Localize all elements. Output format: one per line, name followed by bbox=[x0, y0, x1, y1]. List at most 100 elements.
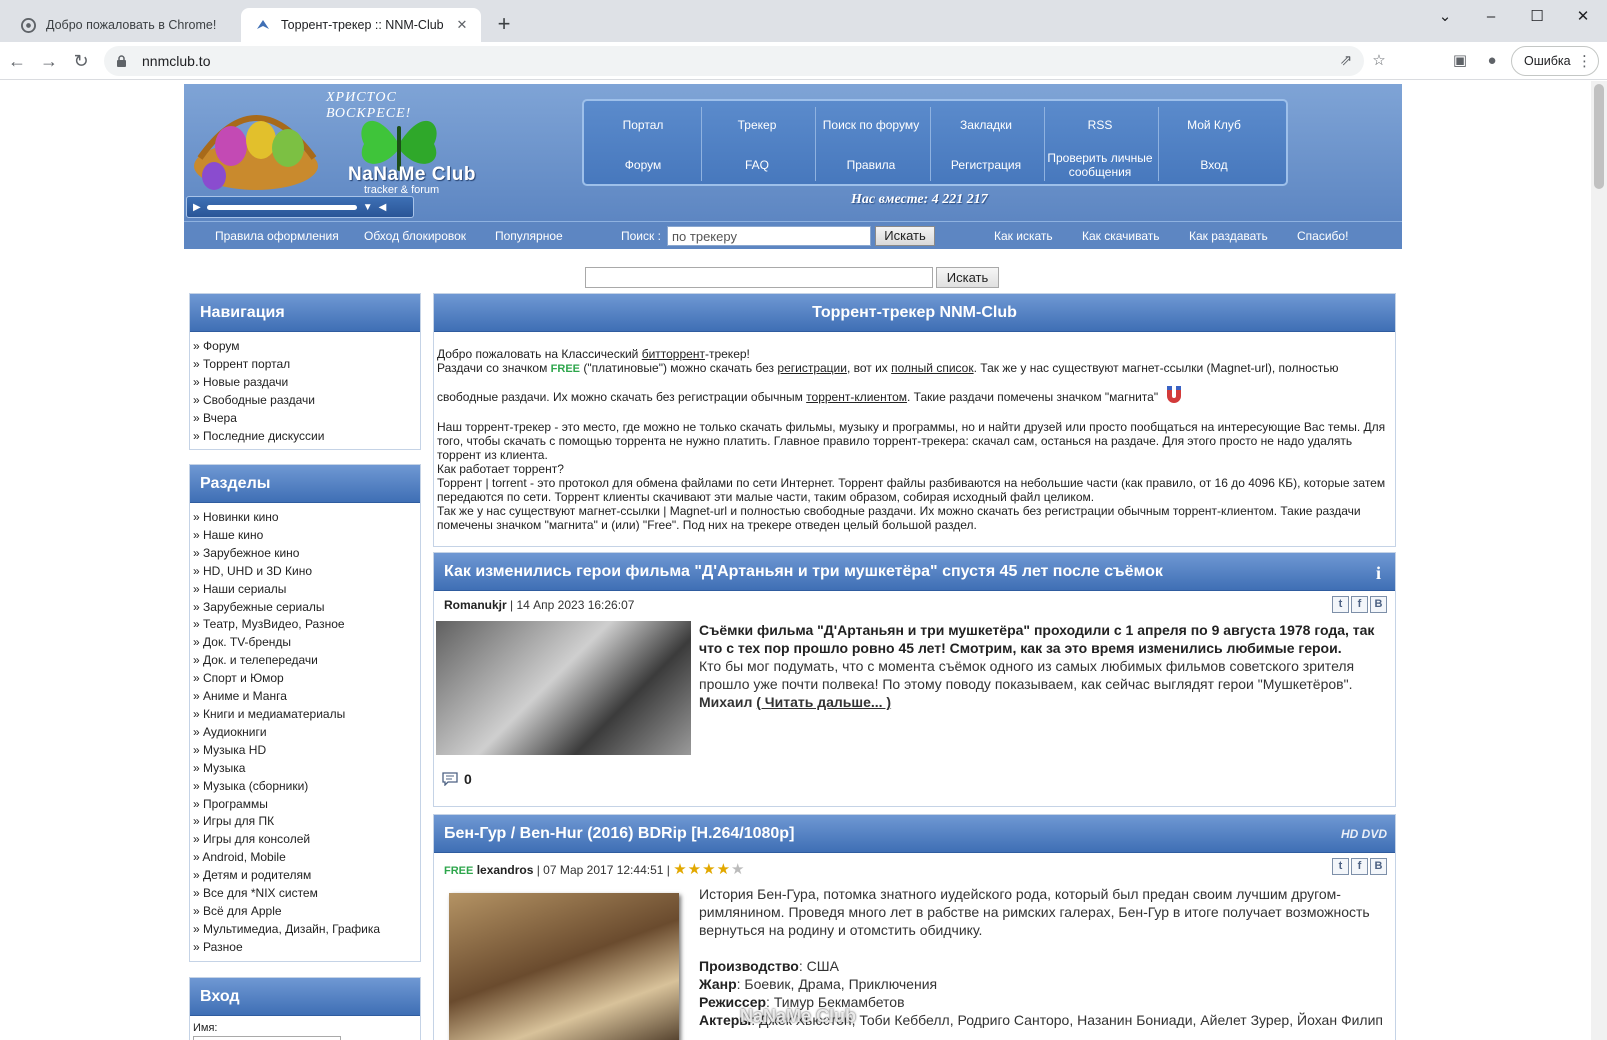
menu-rules[interactable]: Правила bbox=[814, 144, 928, 186]
twitter-icon[interactable]: t bbox=[1332, 596, 1349, 613]
link-thanks[interactable]: Спасибо! bbox=[1297, 229, 1348, 243]
menu-forum[interactable]: Форум bbox=[586, 144, 700, 186]
news-image[interactable] bbox=[436, 621, 691, 755]
minimize-button[interactable]: – bbox=[1469, 4, 1513, 30]
sidebar-section-item[interactable]: Программы bbox=[193, 796, 417, 814]
sidebar-section-item[interactable]: Книги и медиаматериалы bbox=[193, 706, 417, 724]
star-icon: ★ bbox=[702, 861, 717, 878]
sidebar-nav-item[interactable]: Свободные раздачи bbox=[193, 392, 417, 410]
torrent-title[interactable]: Бен-Гур / Ben-Hur (2016) BDRip [H.264/10… bbox=[434, 815, 1395, 853]
menu-register[interactable]: Регистрация bbox=[929, 144, 1043, 186]
sidebar-section-item[interactable]: Спорт и Юмор bbox=[193, 670, 417, 688]
close-tab-icon[interactable]: ✕ bbox=[453, 16, 471, 34]
menu-private-messages[interactable]: Проверить личные сообщения bbox=[1043, 144, 1157, 186]
twitter-icon[interactable]: t bbox=[1332, 858, 1349, 875]
profile-error-button[interactable]: Ошибка ⋮ bbox=[1511, 46, 1599, 76]
sidebar-section-item[interactable]: Аудиокниги bbox=[193, 724, 417, 742]
reload-button[interactable]: ↻ bbox=[69, 49, 93, 73]
sidebar-nav-item[interactable]: Вчера bbox=[193, 410, 417, 428]
link-full-list[interactable]: полный список bbox=[891, 361, 973, 375]
new-tab-button[interactable]: + bbox=[492, 13, 516, 37]
facebook-icon[interactable]: f bbox=[1351, 858, 1368, 875]
sidebar-section-item[interactable]: Игры для консолей bbox=[193, 831, 417, 849]
sidebar-nav-item[interactable]: Форум bbox=[193, 338, 417, 356]
sidebar-section-item[interactable]: HD, UHD и 3D Кино bbox=[193, 563, 417, 581]
site-logo[interactable]: ХРИСТОС ВОСКРЕСЕ! NaNaMe Club tracker & … bbox=[184, 84, 484, 202]
login-name-input[interactable] bbox=[193, 1036, 341, 1040]
more-menu-icon[interactable]: ⋮ bbox=[1577, 52, 1592, 70]
read-more-link[interactable]: ( Читать дальше... ) bbox=[756, 694, 891, 710]
vk-icon[interactable]: B bbox=[1370, 858, 1387, 875]
volume-icon[interactable]: ◀ bbox=[379, 202, 387, 213]
link-bypass-blocks[interactable]: Обход блокировок bbox=[364, 229, 466, 243]
tracker-search-button[interactable]: Искать bbox=[875, 226, 935, 246]
link-torrent-client[interactable]: торрент-клиентом bbox=[806, 390, 907, 404]
menu-my-club[interactable]: Мой Клуб bbox=[1157, 104, 1271, 146]
site-search-button[interactable]: Искать bbox=[936, 267, 999, 288]
link-popular[interactable]: Популярное bbox=[495, 229, 563, 243]
link-how-to-search[interactable]: Как искать bbox=[994, 229, 1053, 243]
side-panel-icon[interactable]: ▣ bbox=[1450, 51, 1470, 71]
sidebar-nav-item[interactable]: Торрент портал bbox=[193, 356, 417, 374]
sidebar-section-item[interactable]: Наше кино bbox=[193, 527, 417, 545]
tab-search-icon[interactable]: ⌄ bbox=[1423, 4, 1467, 30]
sidebar-section-item[interactable]: Наши сериалы bbox=[193, 581, 417, 599]
sidebar-section-item[interactable]: Все для *NIX систем bbox=[193, 885, 417, 903]
sidebar-section-item[interactable]: Всё для Apple bbox=[193, 903, 417, 921]
forward-button[interactable]: → bbox=[37, 49, 61, 73]
info-icon[interactable]: i bbox=[1376, 563, 1381, 584]
sidebar-nav-item[interactable]: Новые раздачи bbox=[193, 374, 417, 392]
menu-bookmarks[interactable]: Закладки bbox=[929, 104, 1043, 146]
sidebar-section-item[interactable]: Мультимедиа, Дизайн, Графика bbox=[193, 921, 417, 939]
maximize-button[interactable]: ☐ bbox=[1515, 4, 1559, 30]
scrollbar-thumb[interactable] bbox=[1594, 84, 1604, 189]
back-button[interactable]: ← bbox=[5, 49, 29, 73]
sidebar-section-item[interactable]: Музыка (сборники) bbox=[193, 778, 417, 796]
news-comments[interactable]: 0 bbox=[442, 771, 472, 787]
menu-tracker[interactable]: Трекер bbox=[700, 104, 814, 146]
sidebar-section-item[interactable]: Музыка HD bbox=[193, 742, 417, 760]
sidebar-section-item[interactable]: Аниме и Манга bbox=[193, 688, 417, 706]
facebook-icon[interactable]: f bbox=[1351, 596, 1368, 613]
link-registration[interactable]: регистрации bbox=[777, 361, 847, 375]
sidebar-section-item[interactable]: Музыка bbox=[193, 760, 417, 778]
link-how-to-download[interactable]: Как скачивать bbox=[1082, 229, 1160, 243]
sidebar-section-item[interactable]: Детям и родителям bbox=[193, 867, 417, 885]
menu-forum-search[interactable]: Поиск по форуму bbox=[814, 104, 928, 146]
torrent-author[interactable]: lexandros bbox=[477, 863, 534, 877]
site-search-input[interactable] bbox=[585, 267, 933, 288]
vk-icon[interactable]: B bbox=[1370, 596, 1387, 613]
sidebar-section-item[interactable]: Новинки кино bbox=[193, 509, 417, 527]
link-formatting-rules[interactable]: Правила оформления bbox=[215, 229, 339, 243]
torrent-poster[interactable] bbox=[449, 893, 679, 1040]
link-bittorrent[interactable]: битторрент bbox=[642, 347, 705, 361]
play-icon[interactable]: ▶ bbox=[193, 202, 201, 213]
sidebar-section-item[interactable]: Разное bbox=[193, 939, 417, 957]
tab-welcome-chrome[interactable]: Добро пожаловать в Chrome! bbox=[6, 8, 241, 42]
bookmark-star-icon[interactable]: ☆ bbox=[1369, 51, 1389, 71]
tab-nnm-club[interactable]: Торрент-трекер :: NNM-Club ✕ bbox=[241, 8, 481, 42]
player-progress[interactable] bbox=[206, 204, 357, 210]
share-icon[interactable]: ⇗ bbox=[1336, 51, 1356, 71]
sidebar-section-item[interactable]: Док. TV-бренды bbox=[193, 634, 417, 652]
close-window-button[interactable]: ✕ bbox=[1561, 4, 1605, 30]
menu-login[interactable]: Вход bbox=[1157, 144, 1271, 186]
profile-avatar-icon[interactable]: ● bbox=[1482, 51, 1502, 71]
sidebar-section-item[interactable]: Зарубежные сериалы bbox=[193, 599, 417, 617]
sidebar-section-item[interactable]: Android, Mobile bbox=[193, 849, 417, 867]
address-bar[interactable]: nnmclub.to ⇗ ☆ bbox=[104, 46, 1386, 76]
dropdown-icon[interactable]: ▼ bbox=[363, 202, 373, 213]
tracker-search-input[interactable]: по трекеру bbox=[667, 226, 871, 246]
menu-rss[interactable]: RSS bbox=[1043, 104, 1157, 146]
sidebar-section-item[interactable]: Док. и телепередачи bbox=[193, 652, 417, 670]
link-how-to-seed[interactable]: Как раздавать bbox=[1189, 229, 1268, 243]
sidebar-section-item[interactable]: Зарубежное кино bbox=[193, 545, 417, 563]
sidebar-section-item[interactable]: Театр, МузВидео, Разное bbox=[193, 616, 417, 634]
sidebar-nav-item[interactable]: Последние дискуссии bbox=[193, 428, 417, 446]
news-author[interactable]: Romanukjr bbox=[444, 598, 507, 612]
news-title[interactable]: Как изменились герои фильма "Д'Артаньян … bbox=[434, 553, 1395, 591]
sidebar-section-item[interactable]: Игры для ПК bbox=[193, 813, 417, 831]
menu-portal[interactable]: Портал bbox=[586, 104, 700, 146]
page-scrollbar[interactable] bbox=[1591, 81, 1607, 1040]
menu-faq[interactable]: FAQ bbox=[700, 144, 814, 186]
